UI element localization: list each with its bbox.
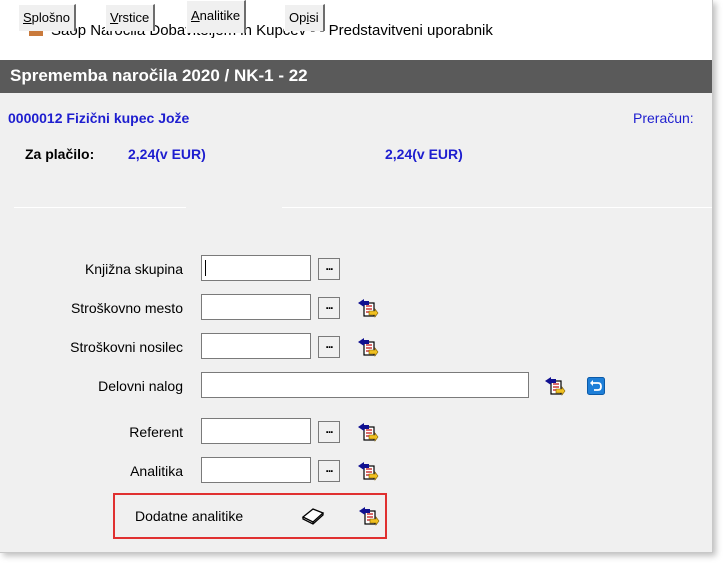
data-picker-icon[interactable] bbox=[357, 336, 379, 358]
undo-icon[interactable] bbox=[587, 377, 605, 395]
tab-opisi[interactable]: Opisi bbox=[284, 4, 325, 31]
customer-name: 0000012 Fizični kupec Jože bbox=[8, 110, 190, 126]
referent-input[interactable] bbox=[201, 418, 311, 444]
tab-hotkey: S bbox=[23, 10, 32, 25]
stroskovni-nosilec-lookup-button[interactable]: ... bbox=[318, 336, 340, 358]
referent-lookup-button[interactable]: ... bbox=[318, 421, 340, 443]
stroskovno-mesto-label: Stroškovno mesto bbox=[70, 300, 183, 316]
tab-label: nalitike bbox=[199, 8, 241, 23]
knjizna-skupina-lookup-button[interactable]: ... bbox=[318, 258, 340, 280]
data-picker-icon[interactable] bbox=[357, 460, 379, 482]
analitika-lookup-button[interactable]: ... bbox=[318, 460, 340, 482]
payment-value: 2,24(v EUR) bbox=[128, 146, 206, 162]
data-picker-icon[interactable] bbox=[357, 297, 379, 319]
payment-value-2: 2,24(v EUR) bbox=[385, 146, 463, 162]
tab-vrstice[interactable]: Vrstice bbox=[105, 4, 156, 31]
stroskovno-mesto-lookup-button[interactable]: ... bbox=[318, 297, 340, 319]
tab-hotkey: V bbox=[110, 10, 119, 25]
payment-label: Za plačilo: bbox=[25, 146, 95, 162]
tab-label: rstice bbox=[118, 10, 150, 25]
dialog-title: Sprememba naročila 2020 / NK-1 - 22 bbox=[10, 66, 308, 85]
stroskovni-nosilec-label: Stroškovni nosilec bbox=[70, 339, 183, 355]
delovni-nalog-input[interactable] bbox=[201, 372, 529, 398]
stroskovno-mesto-input[interactable] bbox=[201, 294, 311, 320]
data-picker-icon[interactable] bbox=[544, 375, 566, 397]
dodatne-analitike-label: Dodatne analitike bbox=[135, 508, 244, 524]
delovni-nalog-label: Delovni nalog bbox=[98, 378, 183, 394]
tab-label: si bbox=[309, 10, 319, 25]
tab-splosno[interactable]: Splošno bbox=[18, 4, 76, 31]
application-window: Saop Naročila Dobaviteljem in Kupcev - -… bbox=[0, 0, 713, 553]
book-icon[interactable] bbox=[301, 505, 325, 525]
knjizna-skupina-input[interactable] bbox=[201, 255, 311, 281]
tab-analitike[interactable]: Analitike bbox=[186, 0, 247, 33]
data-picker-icon[interactable] bbox=[357, 421, 379, 443]
tab-hotkey: A bbox=[191, 8, 200, 23]
stroskovni-nosilec-input[interactable] bbox=[201, 333, 311, 359]
analitika-label: Analitika bbox=[130, 463, 183, 479]
knjizna-skupina-label: Knjižna skupina bbox=[84, 261, 183, 277]
preracun-label: Preračun: bbox=[633, 110, 694, 126]
tab-divider bbox=[282, 207, 712, 208]
tab-divider bbox=[14, 207, 186, 208]
data-picker-icon[interactable] bbox=[358, 505, 380, 527]
referent-label: Referent bbox=[129, 424, 183, 440]
tab-label-pre: Op bbox=[289, 10, 307, 25]
tab-label: plošno bbox=[31, 10, 70, 25]
analitika-input[interactable] bbox=[201, 457, 311, 483]
